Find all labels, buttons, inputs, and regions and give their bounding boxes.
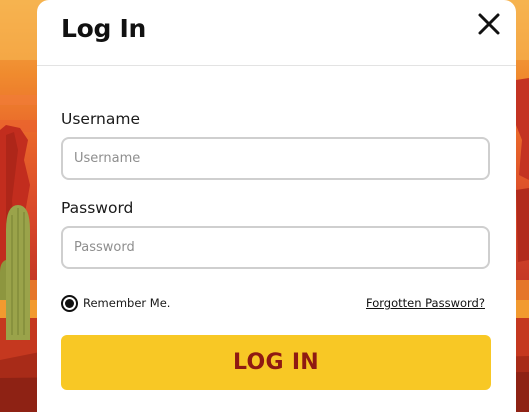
username-label: Username	[61, 110, 141, 128]
username-input[interactable]	[61, 137, 490, 180]
close-icon	[478, 13, 500, 35]
modal-header: Log In	[37, 0, 516, 66]
remember-me-option[interactable]: Remember Me.	[61, 293, 170, 313]
remember-me-radio[interactable]	[61, 294, 78, 312]
remember-me-label: Remember Me.	[83, 296, 171, 310]
close-button[interactable]	[475, 10, 503, 38]
login-submit-button[interactable]: LOG IN	[61, 335, 491, 390]
password-input[interactable]	[61, 226, 490, 269]
login-modal: Log In Username Password Remember Me. Fo…	[37, 0, 516, 412]
forgot-password-link[interactable]: Forgotten Password?	[366, 296, 485, 310]
password-label: Password	[61, 199, 134, 217]
modal-title: Log In	[61, 14, 147, 43]
radio-selected-indicator	[65, 298, 74, 308]
login-page: Log In Username Password Remember Me. Fo…	[0, 0, 529, 412]
